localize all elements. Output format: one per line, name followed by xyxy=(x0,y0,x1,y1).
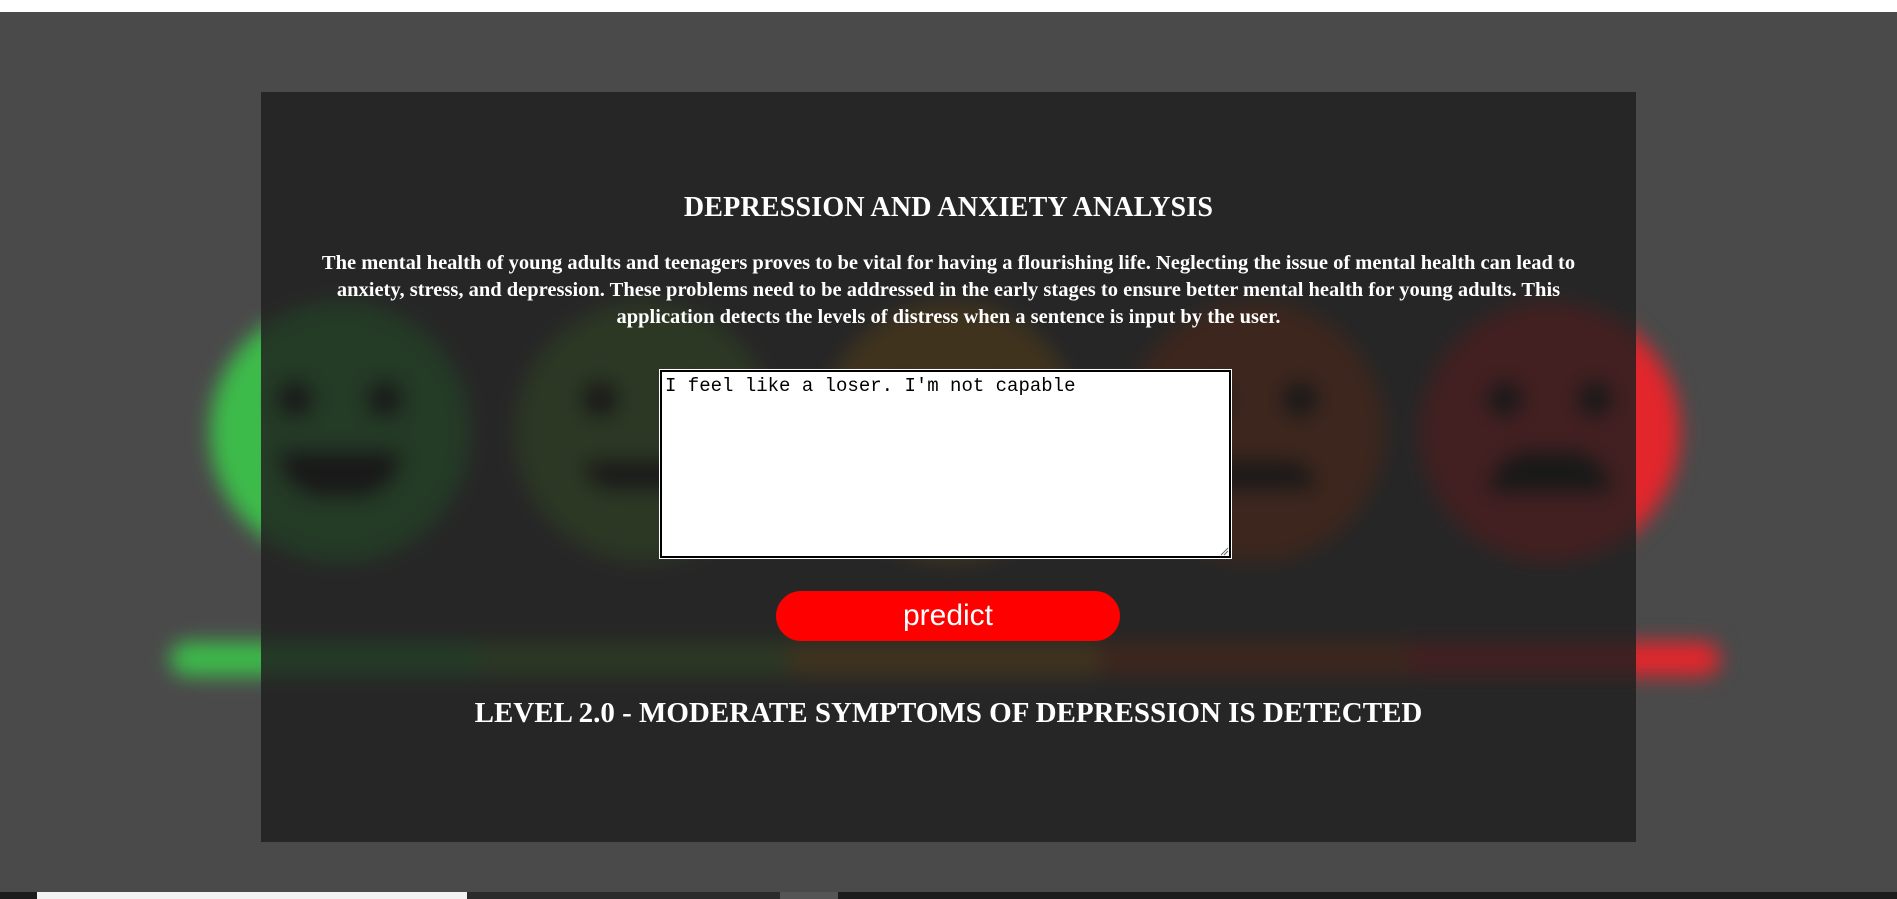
taskbar-item[interactable] xyxy=(780,892,838,899)
predict-button[interactable]: predict xyxy=(776,591,1120,641)
taskbar-item[interactable] xyxy=(37,892,467,899)
prediction-result: LEVEL 2.0 - MODERATE SYMPTOMS OF DEPRESS… xyxy=(474,697,1423,729)
sentence-input[interactable] xyxy=(659,369,1232,559)
main-panel: DEPRESSION AND ANXIETY ANALYSIS The ment… xyxy=(261,92,1636,842)
page-background: DEPRESSION AND ANXIETY ANALYSIS The ment… xyxy=(0,12,1897,892)
intro-description: The mental health of young adults and te… xyxy=(321,252,1576,328)
taskbar xyxy=(0,892,1897,899)
page-title: DEPRESSION AND ANXIETY ANALYSIS xyxy=(683,192,1214,223)
taskbar-item[interactable] xyxy=(467,892,780,899)
